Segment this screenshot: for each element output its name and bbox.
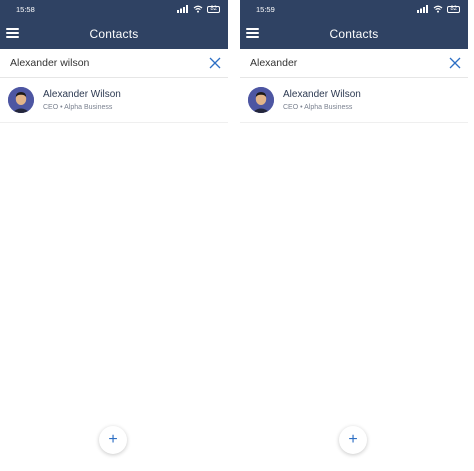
battery-level: 82	[450, 6, 457, 12]
contact-role: CEO • Alpha Business	[43, 104, 113, 111]
contact-list-item[interactable]: Alexander Wilson CEO • Alpha Business	[240, 78, 468, 123]
search-input[interactable]	[10, 57, 208, 69]
status-bar: 15:59 82	[240, 0, 468, 18]
status-icons: 82	[177, 5, 220, 13]
status-time: 15:59	[256, 4, 275, 14]
app-header: Contacts	[240, 18, 468, 49]
contact-list-item[interactable]: Alexander Wilson CEO • Alpha Business	[0, 78, 228, 123]
status-icons: 82	[417, 5, 460, 13]
battery-level: 82	[210, 6, 217, 12]
wifi-icon	[433, 5, 443, 13]
plus-icon: +	[108, 431, 118, 448]
app-header: Contacts	[0, 18, 228, 49]
status-time: 15:58	[16, 4, 35, 14]
battery-icon: 82	[447, 5, 460, 13]
signal-icon	[417, 5, 429, 13]
contact-role: CEO • Alpha Business	[283, 104, 353, 111]
avatar	[8, 87, 34, 113]
plus-icon: +	[348, 431, 358, 448]
add-contact-button[interactable]: +	[339, 426, 367, 454]
menu-icon[interactable]	[6, 27, 19, 39]
battery-icon: 82	[207, 5, 220, 13]
menu-icon[interactable]	[246, 27, 259, 39]
search-bar	[240, 49, 468, 78]
add-contact-button[interactable]: +	[99, 426, 127, 454]
search-bar	[0, 49, 228, 78]
contact-name: Alexander Wilson	[43, 89, 121, 100]
page-title: Contacts	[329, 26, 379, 41]
search-input[interactable]	[250, 57, 448, 69]
signal-icon	[177, 5, 189, 13]
phone-screen-left: 15:58 82 Contacts Alexander wilson Alexa…	[0, 0, 228, 471]
page-title: Contacts	[89, 26, 139, 41]
avatar	[248, 87, 274, 113]
close-icon[interactable]	[448, 56, 462, 70]
wifi-icon	[193, 5, 203, 13]
phone-screen-right: 15:59 82 Contacts Alexander Alexander Wi…	[240, 0, 468, 471]
status-bar: 15:58 82	[0, 0, 228, 18]
contact-name: Alexander Wilson	[283, 89, 361, 100]
close-icon[interactable]	[208, 56, 222, 70]
